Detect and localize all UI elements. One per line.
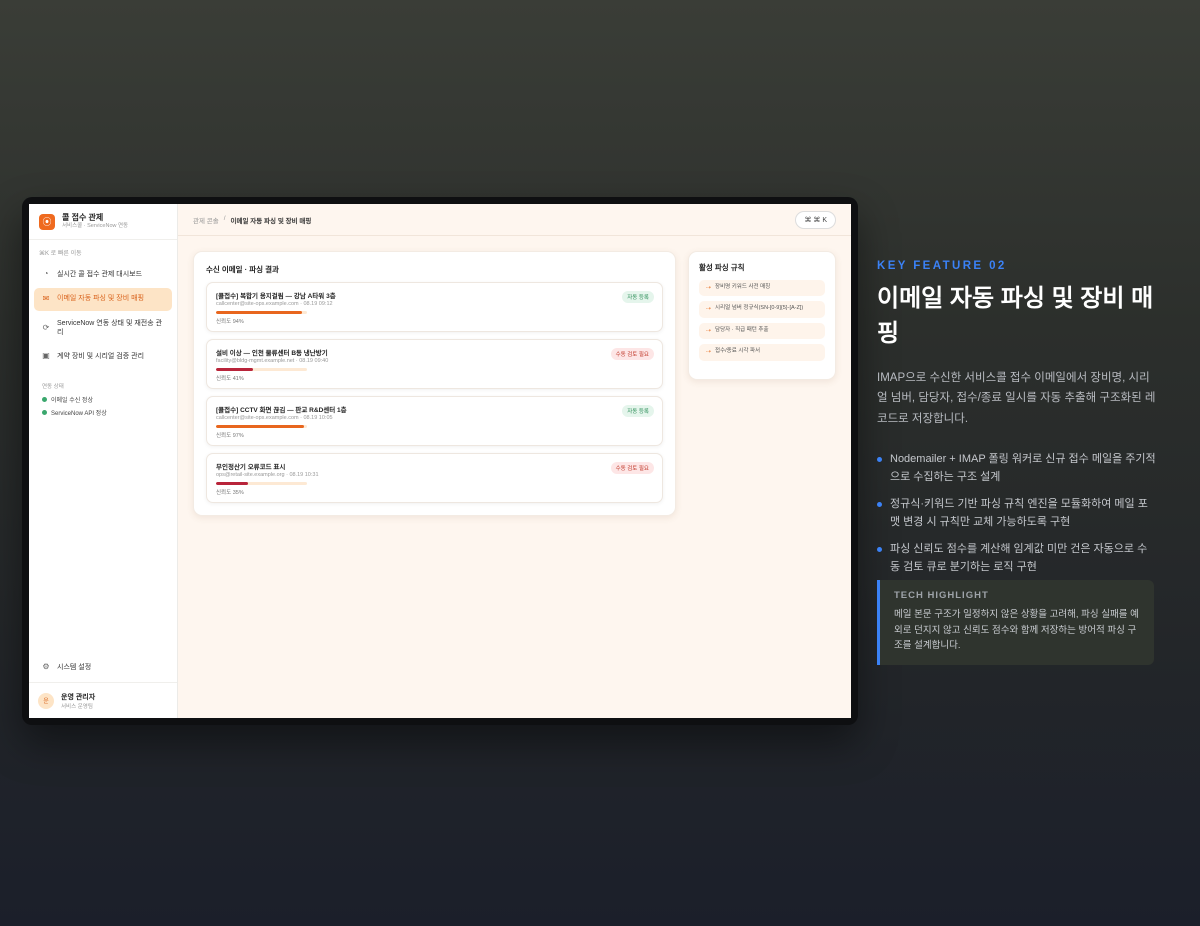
settings-label: 시스템 설정 — [57, 663, 92, 671]
app-screen: ⦿ 콜 접수 관제 서비스콜 · ServiceNow 연동 ⌘K 로 빠른 이… — [29, 204, 851, 718]
signal-icon: ⦿ — [39, 213, 55, 230]
feature-points: Nodemailer + IMAP 폴링 워커로 신규 접수 메일을 주기적으로… — [877, 451, 1157, 577]
confidence-label: 신뢰도 35% — [216, 490, 244, 496]
parse-results-card: 수신 이메일 · 파싱 결과 [콜접수] 복합기 용지걸림 — 강남 A타워 3… — [193, 251, 676, 516]
results-title: 수신 이메일 · 파싱 결과 — [206, 265, 279, 274]
confidence-bar — [216, 311, 307, 314]
rule-label: 접수/종료 시각 파서 — [715, 348, 761, 355]
feature-description: KEY FEATURE 02 이메일 자동 파싱 및 장비 매핑 IMAP으로 … — [877, 260, 1157, 587]
sidebar-item-label: 계약 장비 및 시리얼 검증 관리 — [57, 353, 145, 361]
rule-label: 장비명 키워드 사전 매칭 — [715, 284, 771, 290]
rule-icon: ⇢ — [706, 306, 712, 313]
confidence-bar-fill — [216, 425, 305, 428]
mail-list: [콜접수] 복합기 용지걸림 — 강남 A타워 3층 callcenter@si… — [206, 282, 663, 503]
confidence-label: 신뢰도 97% — [216, 433, 244, 439]
gear-icon: ⚙ — [42, 662, 50, 671]
status-heading: 연동 상태 — [42, 384, 64, 391]
mail-subject: 무인정산기 오류코드 표시 — [216, 464, 286, 471]
status-email: 이메일 수신 정상 — [29, 393, 177, 406]
main-content: 관제 콘솔 / 이메일 자동 파싱 및 장비 매핑 ⌘ ⌘ K 수신 이메일 ·… — [178, 204, 851, 718]
sidebar-item-dashboard[interactable]: ◔ 실시간 콜 접수 관제 대시보드 — [34, 263, 172, 286]
feature-headline: 이메일 자동 파싱 및 장비 매핑 — [877, 285, 1154, 347]
mail-meta: callcenter@site-ops.example.com · 08.19 … — [216, 415, 333, 421]
mail-item[interactable]: [콜접수] CCTV 화면 끊김 — 판교 R&D센터 1층 callcente… — [206, 396, 663, 446]
confidence-label: 신뢰도 94% — [216, 319, 244, 325]
brand-subtitle: 서비스콜 · ServiceNow 연동 — [62, 222, 129, 229]
tech-highlight-body: 메일 본문 구조가 일정하지 않은 상황을 고려해, 파싱 실패를 예외로 던지… — [894, 609, 1139, 652]
quick-search[interactable]: ⌘K 로 빠른 이동 — [29, 240, 177, 261]
confidence-bar-fill — [216, 482, 248, 485]
rule-item[interactable]: ⇢ 담당자 · 직급 패턴 추출 — [699, 322, 825, 340]
breadcrumb-current: 이메일 자동 파싱 및 장비 매핑 — [230, 217, 312, 225]
confidence-bar-fill — [216, 311, 302, 314]
mail-subject: [콜접수] 복합기 용지걸림 — 강남 A타워 3층 — [216, 293, 336, 300]
status-servicenow: ServiceNow API 정상 — [29, 406, 177, 419]
feature-eyebrow: KEY FEATURE 02 — [877, 260, 1007, 272]
feature-point: Nodemailer + IMAP 폴링 워커로 신규 접수 메일을 주기적으로… — [877, 451, 1157, 486]
sidebar-item-devices[interactable]: ▣ 계약 장비 및 시리얼 검증 관리 — [34, 345, 172, 368]
command-palette-button[interactable]: ⌘ ⌘ K — [795, 210, 836, 229]
sidebar-item-servicenow[interactable]: ⟳ ServiceNow 연동 상태 및 재전송 관리 — [34, 313, 172, 344]
parse-rules-card: 활성 파싱 규칙 ⇢ 장비명 키워드 사전 매칭 ⇢ 시리얼 넘버 정규식(SN-[… — [688, 251, 836, 380]
mail-item[interactable]: 설비 이상 — 인천 물류센터 B동 냉난방기 facility@bldg-mg… — [206, 339, 663, 389]
mail-subject: 설비 이상 — 인천 물류센터 B동 냉난방기 — [216, 350, 328, 357]
mail-icon: ✉ — [42, 293, 50, 303]
confidence-label: 신뢰도 41% — [216, 376, 244, 382]
feature-point: 정규식·키워드 기반 파싱 규칙 엔진을 모듈화하여 메일 포맷 변경 시 규칙… — [877, 496, 1157, 531]
sidebar-item-label: 이메일 자동 파싱 및 장비 매핑 — [57, 295, 145, 303]
mail-item[interactable]: [콜접수] 복합기 용지걸림 — 강남 A타워 3층 callcenter@si… — [206, 282, 663, 332]
status-label: ServiceNow API 정상 — [51, 411, 107, 418]
gauge-icon: ◔ — [43, 269, 49, 278]
user-profile[interactable]: 운 운영 관리자 서비스 운영팀 — [29, 682, 177, 718]
settings-area: ⚙ 시스템 설정 — [34, 656, 172, 681]
rule-icon: ⇢ — [706, 285, 712, 291]
sidebar-item-label: 실시간 콜 접수 관제 대시보드 — [57, 270, 143, 278]
feature-text: IMAP으로 수신한 서비스콜 접수 이메일에서 장비명, 시리얼 넘버, 담당… — [877, 371, 1156, 425]
confidence-bar — [216, 368, 307, 371]
confidence-bar-fill — [216, 368, 254, 371]
user-name: 운영 관리자 — [61, 693, 96, 701]
topbar: 관제 콘솔 / 이메일 자동 파싱 및 장비 매핑 ⌘ ⌘ K — [178, 204, 851, 236]
feature-point: 파싱 신뢰도 점수를 계산해 임계값 미만 건은 자동으로 수동 검토 큐로 분… — [877, 541, 1157, 576]
sidebar-item-settings[interactable]: ⚙ 시스템 설정 — [34, 656, 172, 679]
status-label: 이메일 수신 정상 — [51, 398, 93, 405]
user-role: 서비스 운영팀 — [61, 703, 93, 710]
rule-icon: ⇢ — [706, 327, 712, 334]
brand: ⦿ 콜 접수 관제 서비스콜 · ServiceNow 연동 — [29, 204, 177, 240]
breadcrumb-separator: / — [223, 214, 226, 222]
mail-subject: [콜접수] CCTV 화면 끊김 — 판교 R&D센터 1층 — [216, 407, 347, 414]
mail-meta: facility@bldg-mgmt.example.net · 08.19 0… — [216, 358, 329, 364]
sidebar: ⦿ 콜 접수 관제 서비스콜 · ServiceNow 연동 ⌘K 로 빠른 이… — [29, 204, 178, 718]
rule-item[interactable]: ⇢ 시리얼 넘버 정규식(SN-[0-9]{5}-[A-Z]) — [699, 301, 825, 318]
rules-title: 활성 파싱 규칙 — [699, 263, 745, 272]
rule-item[interactable]: ⇢ 장비명 키워드 사전 매칭 — [699, 280, 825, 297]
confidence-bar — [216, 482, 307, 485]
status-badge: 수동 검토 필요 — [610, 462, 654, 474]
confidence-bar — [216, 425, 307, 428]
status-ok-dot — [42, 397, 47, 403]
avatar: 운 — [38, 692, 54, 709]
status-ok-dot — [42, 410, 47, 416]
mail-meta: ops@retail-site.example.org · 08.19 10:3… — [216, 472, 319, 478]
rule-icon: ⇢ — [706, 349, 712, 356]
mail-meta: callcenter@site-ops.example.com · 08.19 … — [216, 301, 333, 307]
status-badge: 수동 검토 필요 — [610, 348, 654, 360]
sidebar-item-email-parsing[interactable]: ✉ 이메일 자동 파싱 및 장비 매핑 — [34, 287, 172, 311]
sidebar-nav: ◔ 실시간 콜 접수 관제 대시보드 ✉ 이메일 자동 파싱 및 장비 매핑 ⟳… — [29, 261, 177, 372]
rule-label: 시리얼 넘버 정규식(SN-[0-9]{5}-[A-Z]) — [715, 305, 804, 312]
breadcrumb-parent[interactable]: 관제 콘솔 — [193, 215, 219, 225]
status-badge: 자동 등록 — [622, 405, 654, 417]
mail-item[interactable]: 무인정산기 오류코드 표시 ops@retail-site.example.or… — [206, 453, 663, 503]
rule-item[interactable]: ⇢ 접수/종료 시각 파서 — [699, 344, 825, 361]
sync-icon: ⟳ — [42, 322, 50, 332]
rule-label: 담당자 · 직급 패턴 추출 — [715, 326, 769, 333]
brand-title: 콜 접수 관제 — [62, 212, 104, 222]
quick-search-label: ⌘K 로 빠른 이동 — [39, 251, 82, 257]
sidebar-item-label: ServiceNow 연동 상태 및 재전송 관리 — [57, 319, 163, 337]
tech-highlight: TECH HIGHLIGHT 메일 본문 구조가 일정하지 않은 상황을 고려해… — [877, 580, 1154, 665]
breadcrumb: 관제 콘솔 / 이메일 자동 파싱 및 장비 매핑 — [193, 215, 311, 225]
status-badge: 자동 등록 — [622, 291, 654, 303]
tech-highlight-title: TECH HIGHLIGHT — [894, 590, 989, 601]
device-icon: ▣ — [42, 351, 50, 361]
